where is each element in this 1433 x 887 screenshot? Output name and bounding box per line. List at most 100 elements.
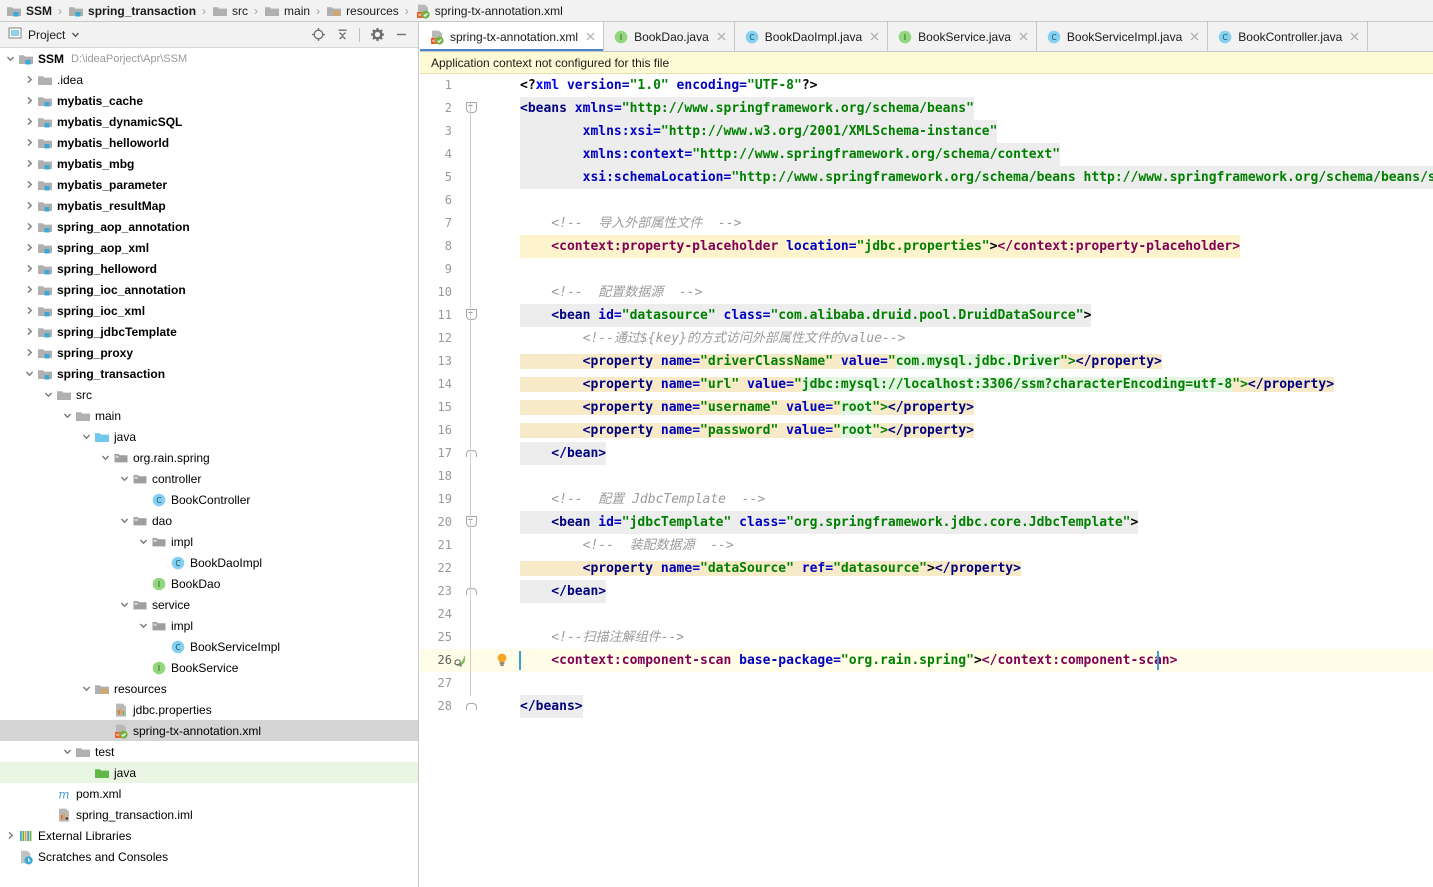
locate-icon[interactable] bbox=[307, 24, 329, 46]
chevron-down-icon[interactable] bbox=[71, 28, 80, 42]
tree-item-bookcontroller[interactable]: C BookController bbox=[0, 489, 418, 510]
intention-bulb-icon[interactable] bbox=[496, 653, 508, 667]
tree-item-bookserviceimpl[interactable]: C BookServiceImpl bbox=[0, 636, 418, 657]
tree-item-controller[interactable]: controller bbox=[0, 468, 418, 489]
chevron-down-icon[interactable] bbox=[99, 447, 112, 468]
chevron-right-icon[interactable] bbox=[23, 195, 36, 216]
close-icon[interactable] bbox=[1349, 31, 1360, 42]
editor-tab-bookdao-java[interactable]: I BookDao.java bbox=[604, 22, 735, 51]
chevron-right-icon[interactable] bbox=[23, 342, 36, 363]
tree-item-spring-aop-annotation[interactable]: spring_aop_annotation bbox=[0, 216, 418, 237]
tree-item-service[interactable]: service bbox=[0, 594, 418, 615]
tree-item-resources[interactable]: resources bbox=[0, 678, 418, 699]
tree-item-scratches-and-consoles[interactable]: Scratches and Consoles bbox=[0, 846, 418, 867]
close-icon[interactable] bbox=[716, 31, 727, 42]
breadcrumb-item-ssm[interactable]: SSM bbox=[4, 0, 54, 21]
tree-item-spring-tx-annotation-xml[interactable]: < spring-tx-annotation.xml bbox=[0, 720, 418, 741]
spring-bean-gutter-icon[interactable] bbox=[452, 653, 467, 668]
chevron-right-icon[interactable] bbox=[23, 90, 36, 111]
breadcrumb-item-src[interactable]: src bbox=[210, 0, 250, 21]
editor-tab-bookserviceimpl-java[interactable]: C BookServiceImpl.java bbox=[1036, 22, 1209, 51]
tree-item-spring-ioc-annotation[interactable]: spring_ioc_annotation bbox=[0, 279, 418, 300]
tree-item-spring-transaction[interactable]: spring_transaction bbox=[0, 363, 418, 384]
fold-end-icon[interactable] bbox=[466, 588, 477, 595]
tree-item-mybatis-helloworld[interactable]: mybatis_helloworld bbox=[0, 132, 418, 153]
fold-expanded-icon[interactable] bbox=[466, 516, 477, 527]
tree-item-bookdaoimpl[interactable]: C BookDaoImpl bbox=[0, 552, 418, 573]
code-editor[interactable]: 1 <?xml version="1.0" encoding="UTF-8"?> 2… bbox=[420, 75, 1433, 887]
chevron-down-icon[interactable] bbox=[118, 468, 131, 489]
tree-item-spring-transaction-iml[interactable]: spring_transaction.iml bbox=[0, 804, 418, 825]
editor-tab-bookdaoimpl-java[interactable]: C BookDaoImpl.java bbox=[734, 22, 889, 51]
tree-item-spring-jdbctemplate[interactable]: spring_jdbcTemplate bbox=[0, 321, 418, 342]
tree-item-org-rain-spring[interactable]: org.rain.spring bbox=[0, 447, 418, 468]
minimize-icon[interactable] bbox=[390, 24, 412, 46]
chevron-right-icon[interactable] bbox=[23, 237, 36, 258]
tree-item-spring-helloword[interactable]: spring_helloword bbox=[0, 258, 418, 279]
tree-item-spring-proxy[interactable]: spring_proxy bbox=[0, 342, 418, 363]
chevron-down-icon[interactable] bbox=[4, 48, 17, 69]
tree-item--idea[interactable]: .idea bbox=[0, 69, 418, 90]
chevron-right-icon[interactable] bbox=[23, 132, 36, 153]
chevron-down-icon[interactable] bbox=[80, 426, 93, 447]
tree-item-pom-xml[interactable]: m pom.xml bbox=[0, 783, 418, 804]
tree-item-mybatis-cache[interactable]: mybatis_cache bbox=[0, 90, 418, 111]
tree-item-mybatis-mbg[interactable]: mybatis_mbg bbox=[0, 153, 418, 174]
project-tree[interactable]: SSM D:\ideaPorject\Apr\SSM .idea mybatis_ca… bbox=[0, 48, 418, 886]
tree-item-main[interactable]: main bbox=[0, 405, 418, 426]
breadcrumb-item-resources[interactable]: resources bbox=[324, 0, 401, 21]
fold-expanded-icon[interactable] bbox=[466, 309, 477, 320]
close-icon[interactable] bbox=[869, 31, 880, 42]
breadcrumb-item-spring-tx-annotation-xml[interactable]: < spring-tx-annotation.xml bbox=[413, 0, 565, 21]
tree-item-test[interactable]: test bbox=[0, 741, 418, 762]
fold-end-icon[interactable] bbox=[466, 450, 477, 457]
project-tool-window-title[interactable]: Project bbox=[8, 26, 80, 43]
chevron-right-icon[interactable] bbox=[4, 825, 17, 846]
chevron-down-icon[interactable] bbox=[61, 405, 74, 426]
tree-item-dao[interactable]: dao bbox=[0, 510, 418, 531]
chevron-down-icon[interactable] bbox=[137, 615, 150, 636]
chevron-right-icon[interactable] bbox=[23, 258, 36, 279]
chevron-right-icon[interactable] bbox=[23, 279, 36, 300]
chevron-down-icon[interactable] bbox=[118, 594, 131, 615]
chevron-right-icon[interactable] bbox=[23, 321, 36, 342]
chevron-down-icon[interactable] bbox=[61, 741, 74, 762]
chevron-right-icon[interactable] bbox=[23, 153, 36, 174]
chevron-right-icon[interactable] bbox=[23, 216, 36, 237]
tree-item-external-libraries[interactable]: External Libraries bbox=[0, 825, 418, 846]
chevron-right-icon[interactable] bbox=[23, 174, 36, 195]
tree-item-spring-aop-xml[interactable]: spring_aop_xml bbox=[0, 237, 418, 258]
close-icon[interactable] bbox=[585, 31, 596, 42]
fold-expanded-icon[interactable] bbox=[466, 102, 477, 113]
tree-item-jdbc-properties[interactable]: jdbc.properties bbox=[0, 699, 418, 720]
chevron-down-icon[interactable] bbox=[23, 363, 36, 384]
tree-item-impl[interactable]: impl bbox=[0, 615, 418, 636]
close-icon[interactable] bbox=[1189, 31, 1200, 42]
editor-tab-bookservice-java[interactable]: I BookService.java bbox=[888, 22, 1037, 51]
collapse-all-icon[interactable] bbox=[331, 24, 353, 46]
chevron-down-icon[interactable] bbox=[80, 678, 93, 699]
chevron-right-icon[interactable] bbox=[23, 111, 36, 132]
editor-tab-spring-tx-annotation-xml[interactable]: < spring-tx-annotation.xml bbox=[420, 22, 605, 51]
tree-item-impl[interactable]: impl bbox=[0, 531, 418, 552]
close-icon[interactable] bbox=[1018, 31, 1029, 42]
editor-tab-bookcontroller-java[interactable]: C BookController.java bbox=[1208, 22, 1369, 51]
chevron-down-icon[interactable] bbox=[137, 531, 150, 552]
chevron-right-icon[interactable] bbox=[23, 69, 36, 90]
tree-item-ssm[interactable]: SSM D:\ideaPorject\Apr\SSM bbox=[0, 48, 418, 69]
tree-item-mybatis-resultmap[interactable]: mybatis_resultMap bbox=[0, 195, 418, 216]
tree-item-java[interactable]: java bbox=[0, 762, 418, 783]
tree-item-mybatis-dynamicsql[interactable]: mybatis_dynamicSQL bbox=[0, 111, 418, 132]
breadcrumb-item-main[interactable]: main bbox=[262, 0, 312, 21]
tree-item-bookdao[interactable]: I BookDao bbox=[0, 573, 418, 594]
breadcrumb-item-spring-transaction[interactable]: spring_transaction bbox=[66, 0, 198, 21]
tree-item-mybatis-parameter[interactable]: mybatis_parameter bbox=[0, 174, 418, 195]
tree-item-src[interactable]: src bbox=[0, 384, 418, 405]
tree-item-spring-ioc-xml[interactable]: spring_ioc_xml bbox=[0, 300, 418, 321]
fold-end-icon[interactable] bbox=[466, 703, 477, 710]
chevron-right-icon[interactable] bbox=[23, 300, 36, 321]
tree-item-java[interactable]: java bbox=[0, 426, 418, 447]
chevron-down-icon[interactable] bbox=[42, 384, 55, 405]
tree-item-bookservice[interactable]: I BookService bbox=[0, 657, 418, 678]
chevron-down-icon[interactable] bbox=[118, 510, 131, 531]
